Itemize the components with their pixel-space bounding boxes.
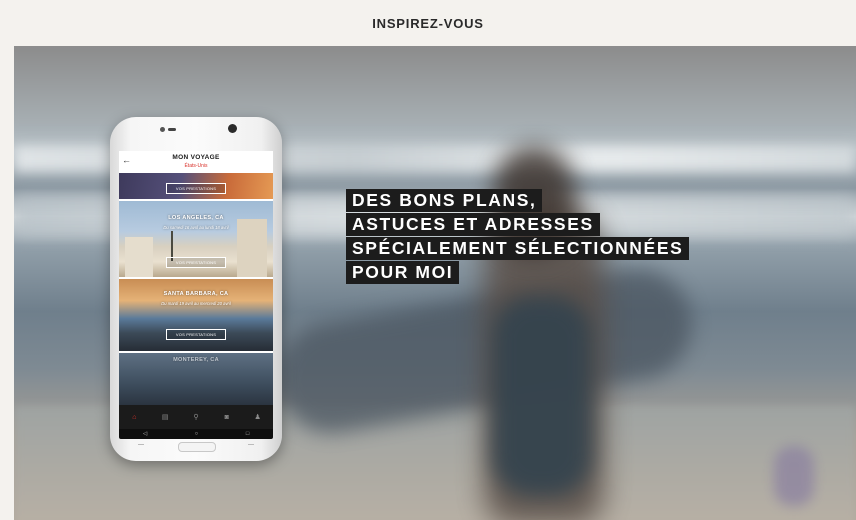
services-button[interactable]: VOS PRESTATIONS: [166, 183, 226, 194]
phone-sensor: [160, 127, 165, 132]
trip-card-city: LOS ANGELES, CA: [168, 215, 224, 221]
profile-icon[interactable]: ♟: [248, 413, 268, 421]
trip-card-dates: Du mardi 19 avril au mercredi 20 avril: [161, 301, 231, 306]
headline-line: DES BONS PLANS,: [346, 189, 543, 212]
headline-line: POUR MOI: [346, 261, 460, 284]
trip-card[interactable]: SANTA BARBARA, CA Du mardi 19 avril au m…: [119, 279, 273, 351]
building-shape: [125, 237, 153, 277]
trip-card-image: [119, 279, 273, 351]
headline-line: SPÉCIALEMENT SÉLECTIONNÉES: [346, 237, 690, 260]
trip-card-city: SANTA BARBARA, CA: [163, 291, 229, 297]
app-tab-bar: ⌂ ▤ ⚲ ◙ ♟: [119, 405, 273, 429]
trip-card-dates: Du samedi 16 avril au lundi 18 avril: [163, 225, 229, 230]
app-subtitle: États-Unis: [184, 163, 208, 169]
phone-recent-key: [248, 444, 254, 449]
headline-overlay: DES BONS PLANS, ASTUCES ET ADRESSES SPÉC…: [346, 189, 690, 285]
page-header: INSPIREZ-VOUS: [0, 0, 856, 46]
headline-line: ASTUCES ET ADRESSES: [346, 213, 600, 236]
camera-icon[interactable]: ◙: [217, 414, 237, 421]
phone-screen: ← MON VOYAGE États-Unis VOS PRESTATIONS …: [119, 151, 273, 429]
trip-card[interactable]: MONTEREY, CA: [119, 353, 273, 405]
services-button[interactable]: VOS PRESTATIONS: [166, 329, 226, 340]
app-title: MON VOYAGE: [172, 154, 220, 161]
home-icon[interactable]: ⌂: [124, 414, 144, 421]
background-sky: [14, 46, 856, 126]
back-icon[interactable]: ◁: [143, 431, 147, 437]
document-icon[interactable]: ▤: [155, 413, 175, 421]
trip-card[interactable]: LOS ANGELES, CA Du samedi 16 avril au lu…: [119, 201, 273, 277]
phone-home-key: [178, 442, 216, 452]
background-distant-figure: [774, 446, 814, 506]
phone-camera: [228, 124, 237, 133]
services-button[interactable]: VOS PRESTATIONS: [166, 257, 226, 268]
home-circle-icon[interactable]: ○: [195, 431, 198, 437]
app-header: ← MON VOYAGE États-Unis: [119, 151, 273, 173]
trip-card[interactable]: VOS PRESTATIONS: [119, 173, 273, 199]
recent-apps-icon[interactable]: □: [246, 431, 249, 437]
phone-mockup: ← MON VOYAGE États-Unis VOS PRESTATIONS …: [110, 117, 282, 461]
page-title: INSPIREZ-VOUS: [372, 15, 484, 31]
phone-speaker: [168, 128, 176, 131]
phone-back-key: [138, 444, 144, 449]
trip-card-city: MONTEREY, CA: [173, 357, 219, 363]
system-nav-bar: ◁ ○ □: [119, 429, 273, 439]
background-person-swimsuit: [492, 296, 592, 496]
map-pin-icon[interactable]: ⚲: [186, 413, 206, 421]
